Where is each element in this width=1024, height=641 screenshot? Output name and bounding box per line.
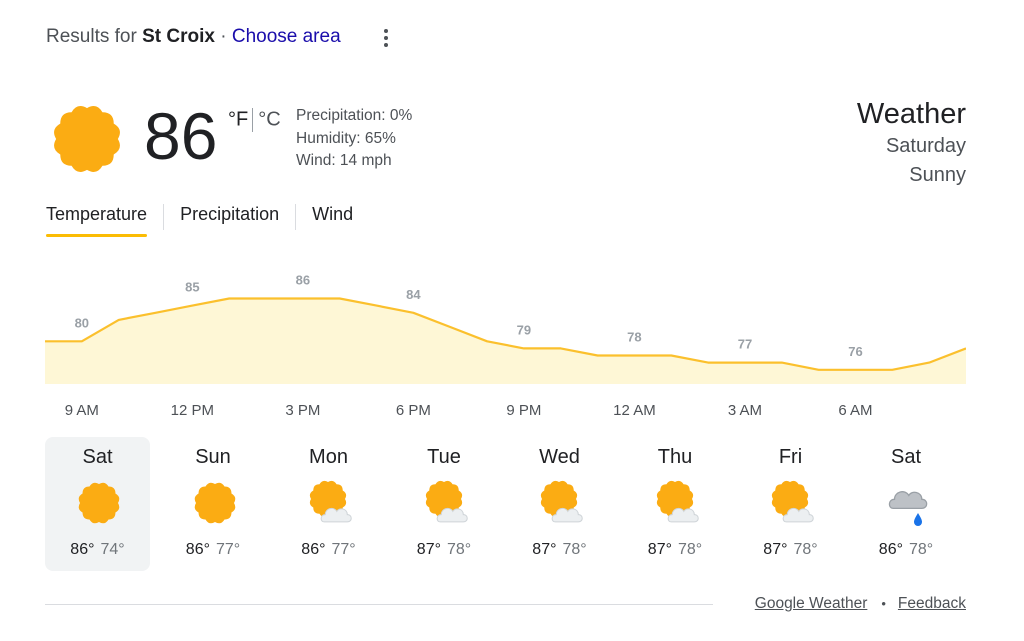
- humidity-text: Humidity: 65%: [296, 129, 396, 147]
- partly-cloudy-icon: [540, 480, 583, 523]
- day-card-mon[interactable]: Mon 86° 77°: [276, 437, 381, 571]
- temperature-label: 76: [848, 344, 862, 359]
- partly-cloudy-icon: [656, 480, 699, 523]
- low-temperature: 78°: [447, 541, 472, 558]
- tab-divider: [163, 204, 165, 230]
- high-temperature: 86°: [70, 541, 95, 558]
- temperature-label: 86: [296, 273, 310, 288]
- day-card-sun[interactable]: Sun 86° 77°: [161, 437, 266, 571]
- hour-label: 3 PM: [285, 402, 321, 419]
- weather-details: Precipitation: 0% Humidity: 65% Wind: 14…: [296, 105, 412, 173]
- low-temperature: 78°: [678, 541, 703, 558]
- day-name: Sat: [82, 446, 113, 468]
- weather-title-block: Weather Saturday Sunny: [857, 96, 966, 190]
- day-name: Fri: [778, 446, 803, 468]
- unit-divider: [252, 108, 254, 132]
- high-temperature: 87°: [647, 541, 672, 558]
- hour-label: 3 AM: [727, 402, 763, 419]
- separator-dot: ·: [220, 26, 227, 47]
- high-temperature: 86°: [185, 541, 210, 558]
- day-name: Sat: [890, 446, 922, 468]
- day-temperatures: 86° 77°: [161, 541, 266, 559]
- temperature-label: 85: [185, 280, 199, 295]
- current-temperature: 86: [144, 99, 218, 173]
- choose-area-link[interactable]: Choose area: [232, 26, 341, 47]
- day-card-tue[interactable]: Tue 87° 78°: [392, 437, 497, 571]
- high-temperature: 87°: [416, 541, 441, 558]
- more-options-icon[interactable]: [376, 26, 396, 50]
- google-weather-link[interactable]: Google Weather: [755, 595, 868, 612]
- chart-area-fill: [45, 298, 966, 384]
- weather-condition: Sunny: [909, 164, 966, 186]
- wind-text: Wind: 14 mph: [296, 152, 392, 169]
- high-temperature: 87°: [763, 541, 788, 558]
- high-temperature: 87°: [532, 541, 557, 558]
- low-temperature: 74°: [100, 541, 125, 558]
- daily-forecast: Sat 86° 74° Sun 86° 77° Mon 86° 77° Tue 87° 78° Wed 8…: [45, 437, 969, 571]
- high-temperature: 86°: [301, 541, 326, 558]
- sun-icon: [54, 106, 120, 172]
- footer-dot: •: [881, 596, 886, 611]
- precipitation-text: Precipitation: 0%: [296, 107, 413, 124]
- partly-cloudy-icon: [309, 480, 352, 523]
- day-name: Wed: [539, 446, 580, 468]
- celsius-button[interactable]: °C: [258, 108, 280, 130]
- results-prefix: Results for: [46, 26, 137, 47]
- temperature-label: 77: [738, 337, 752, 352]
- hour-label: 12 PM: [170, 402, 215, 419]
- low-temperature: 77°: [216, 541, 241, 558]
- day-card-sat-next[interactable]: Sat 86° 78°: [854, 437, 959, 571]
- footer: Google Weather • Feedback: [755, 595, 966, 613]
- hour-axis: 9 AM 12 PM 3 PM 6 PM 9 PM 12 AM 3 AM 6 AM: [0, 402, 1024, 422]
- temperature-label: 84: [406, 287, 421, 302]
- day-card-sat[interactable]: Sat 86° 74°: [45, 437, 150, 571]
- day-temperatures: 87° 78°: [738, 541, 843, 559]
- temperature-label: 80: [75, 315, 89, 330]
- unit-toggle: °F °C: [228, 108, 281, 132]
- day-temperatures: 87° 78°: [623, 541, 728, 559]
- sun-icon: [78, 482, 120, 524]
- day-temperatures: 87° 78°: [507, 541, 612, 559]
- footer-divider: [45, 604, 713, 605]
- temperature-label: 79: [517, 322, 531, 337]
- partly-cloudy-icon: [425, 480, 468, 523]
- day-card-fri[interactable]: Fri 87° 78°: [738, 437, 843, 571]
- day-card-wed[interactable]: Wed 87° 78°: [507, 437, 612, 571]
- temperature-label: 78: [627, 330, 641, 345]
- results-for-line: Results for St Croix · Choose area: [46, 26, 341, 48]
- day-temperatures: 86° 74°: [45, 541, 150, 559]
- location-name: St Croix: [142, 26, 215, 47]
- low-temperature: 78°: [562, 541, 587, 558]
- day-temperatures: 86° 77°: [276, 541, 381, 559]
- chart-tabs: Temperature Precipitation Wind: [46, 204, 353, 244]
- high-temperature: 86°: [878, 541, 903, 558]
- day-name: Sun: [195, 446, 231, 468]
- low-temperature: 77°: [331, 541, 356, 558]
- sun-icon: [194, 482, 235, 524]
- tab-temperature[interactable]: Temperature: [46, 204, 148, 237]
- hour-label: 6 PM: [395, 402, 431, 419]
- hour-label: 9 AM: [64, 402, 99, 419]
- tab-wind[interactable]: Wind: [312, 204, 353, 237]
- weather-heading: Weather: [856, 98, 966, 130]
- hour-label: 9 PM: [506, 402, 542, 419]
- day-name: Mon: [309, 446, 348, 468]
- hour-label: 6 AM: [838, 402, 873, 419]
- partly-cloudy-icon: [771, 480, 814, 523]
- day-temperatures: 86° 78°: [854, 541, 959, 559]
- tab-divider: [295, 204, 297, 230]
- day-name: Tue: [427, 446, 461, 468]
- day-temperatures: 87° 78°: [392, 541, 497, 559]
- hour-label: 12 AM: [613, 402, 656, 419]
- feedback-link[interactable]: Feedback: [898, 595, 966, 612]
- temperature-chart: 80 85 86 84 79 78 77 76: [45, 273, 966, 384]
- day-name: Thu: [657, 446, 693, 468]
- fahrenheit-button[interactable]: °F: [228, 108, 248, 130]
- weather-day: Saturday: [885, 135, 966, 157]
- low-temperature: 78°: [909, 541, 934, 558]
- tab-precipitation[interactable]: Precipitation: [180, 204, 279, 237]
- low-temperature: 78°: [793, 541, 818, 558]
- day-card-thu[interactable]: Thu 87° 78°: [623, 437, 728, 571]
- rain-cloud-icon: [888, 491, 927, 526]
